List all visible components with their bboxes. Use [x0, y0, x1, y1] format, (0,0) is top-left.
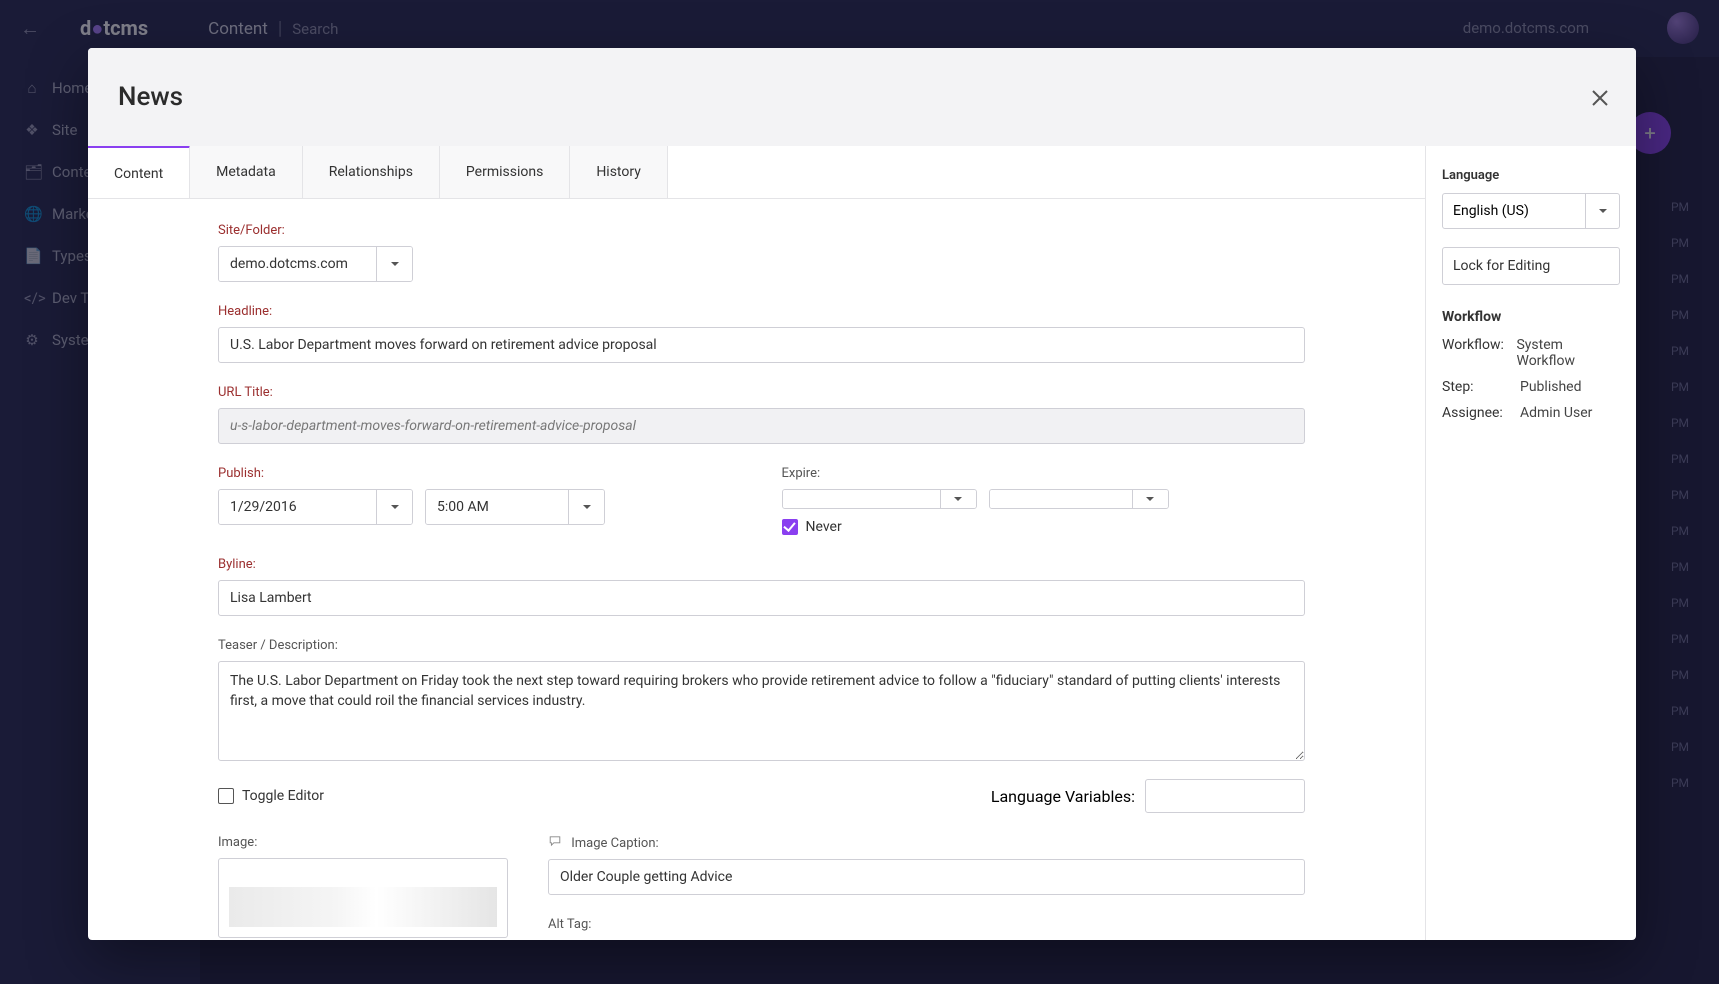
lock-for-editing-button[interactable]: Lock for Editing — [1442, 247, 1620, 285]
chevron-down-icon — [1585, 194, 1619, 228]
modal-title: News — [118, 82, 183, 112]
publish-time-value: 5:00 AM — [426, 490, 568, 524]
site-folder-select[interactable]: demo.dotcms.com — [218, 246, 413, 282]
language-variables-label: Language Variables: — [991, 787, 1135, 806]
headline-input[interactable] — [218, 327, 1305, 363]
speech-icon — [548, 835, 562, 847]
publish-time-select[interactable]: 5:00 AM — [425, 489, 605, 525]
tab-relationships[interactable]: Relationships — [303, 146, 440, 198]
tab-history[interactable]: History — [570, 146, 668, 198]
workflow-row: Workflow:System Workflow — [1442, 337, 1620, 369]
content-form: Site/Folder: demo.dotcms.com Headline: U… — [88, 199, 1425, 940]
workflow-assignee-row: Assignee:Admin User — [1442, 405, 1620, 421]
url-title-label: URL Title: — [218, 385, 1305, 400]
teaser-textarea[interactable] — [218, 661, 1305, 761]
alt-tag-label: Alt Tag: — [548, 917, 1305, 932]
modal-header: News — [88, 48, 1636, 146]
url-title-input — [218, 408, 1305, 444]
image-caption-label: Image Caption: — [548, 835, 1305, 851]
tabs: Content Metadata Relationships Permissio… — [88, 146, 1425, 199]
side-panel: Language English (US) Lock for Editing W… — [1426, 146, 1636, 940]
image-caption-input[interactable] — [548, 859, 1305, 895]
expire-label: Expire: — [782, 466, 1306, 481]
image-label: Image: — [218, 835, 508, 850]
site-folder-label: Site/Folder: — [218, 223, 1305, 238]
workflow-title: Workflow — [1442, 309, 1620, 325]
teaser-label: Teaser / Description: — [218, 638, 1305, 653]
tab-metadata[interactable]: Metadata — [190, 146, 303, 198]
site-folder-value: demo.dotcms.com — [219, 247, 376, 281]
chevron-down-icon — [568, 490, 604, 524]
expire-time-value — [990, 490, 1132, 508]
tab-content[interactable]: Content — [88, 146, 190, 198]
close-icon — [1588, 86, 1612, 110]
toggle-editor-label: Toggle Editor — [242, 788, 324, 804]
tab-permissions[interactable]: Permissions — [440, 146, 570, 198]
expire-date-select[interactable] — [782, 489, 977, 509]
language-variables-input[interactable] — [1145, 779, 1305, 813]
expire-date-value — [783, 490, 940, 508]
image-picker[interactable] — [218, 858, 508, 938]
publish-label: Publish: — [218, 466, 742, 481]
headline-label: Headline: — [218, 304, 1305, 319]
image-thumbnail — [229, 887, 497, 927]
expire-time-select[interactable] — [989, 489, 1169, 509]
byline-label: Byline: — [218, 557, 1305, 572]
publish-date-value: 1/29/2016 — [219, 490, 376, 524]
expire-never-checkbox[interactable] — [782, 519, 798, 535]
expire-never-label: Never — [806, 519, 842, 535]
toggle-editor-checkbox[interactable] — [218, 788, 234, 804]
content-modal: News Content Metadata Relationships Perm… — [88, 48, 1636, 940]
chevron-down-icon — [1132, 490, 1168, 508]
byline-input[interactable] — [218, 580, 1305, 616]
language-select[interactable]: English (US) — [1442, 193, 1620, 229]
chevron-down-icon — [376, 247, 412, 281]
workflow-step-row: Step:Published — [1442, 379, 1620, 395]
language-label: Language — [1442, 168, 1620, 183]
publish-date-select[interactable]: 1/29/2016 — [218, 489, 413, 525]
close-button[interactable] — [1588, 86, 1612, 110]
language-value: English (US) — [1443, 194, 1585, 228]
chevron-down-icon — [940, 490, 976, 508]
chevron-down-icon — [376, 490, 412, 524]
